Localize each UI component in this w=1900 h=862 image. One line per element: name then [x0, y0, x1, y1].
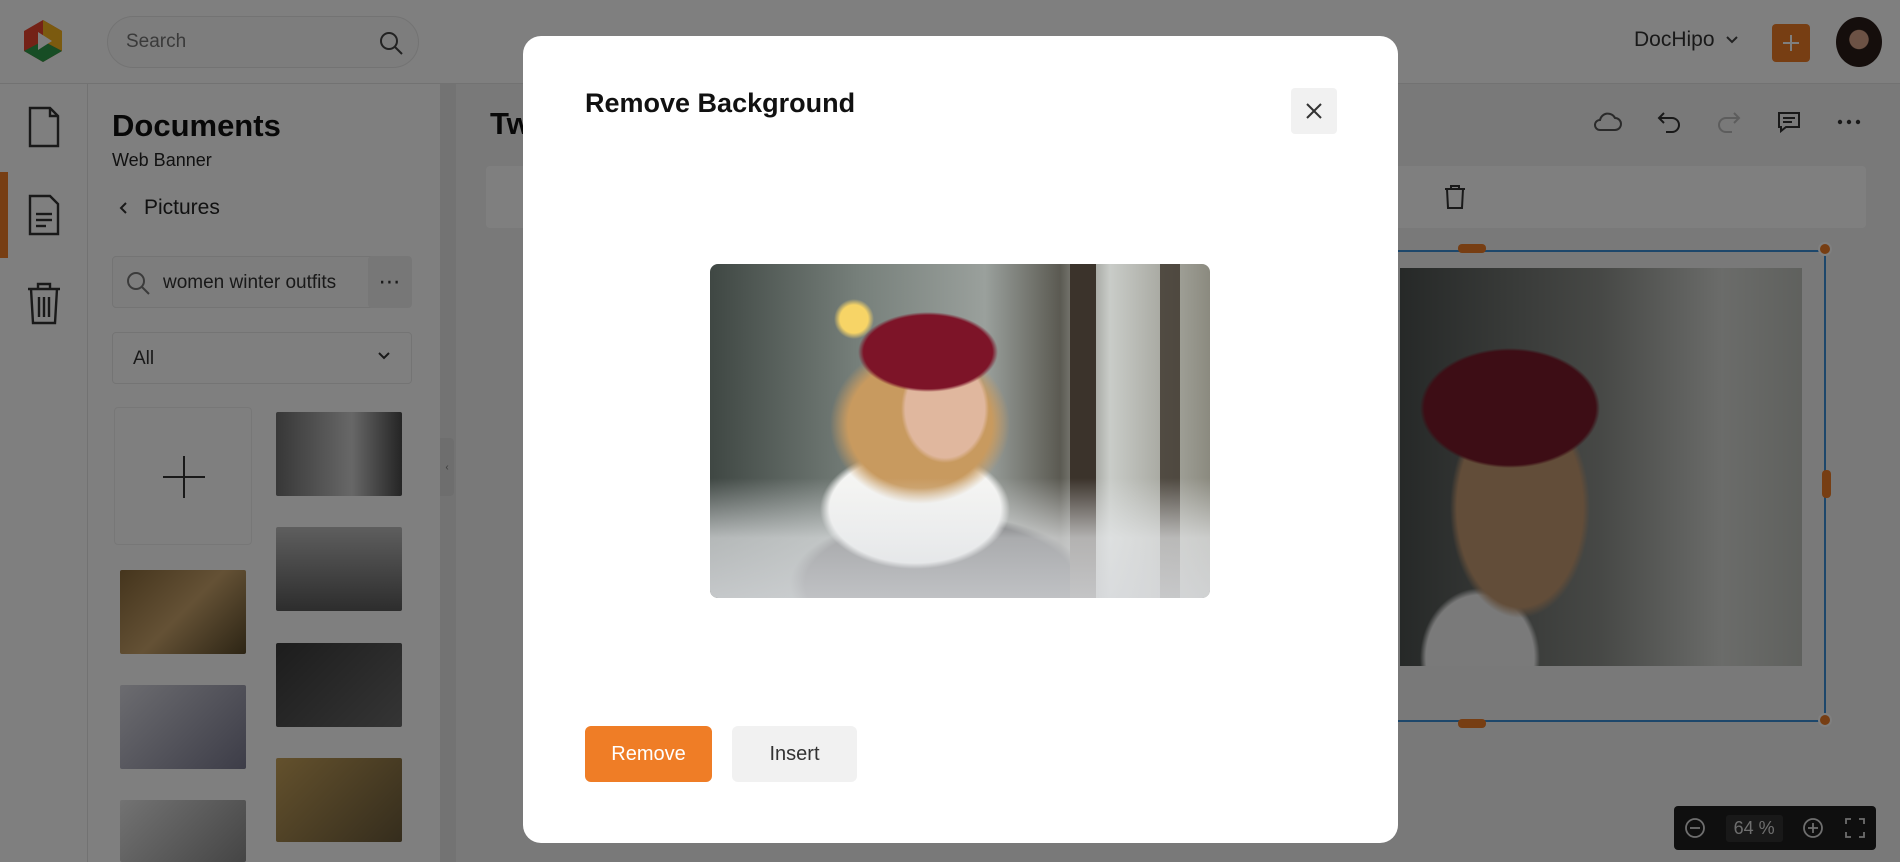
close-button[interactable]	[1291, 88, 1337, 134]
remove-background-dialog: Remove Background Remove Insert	[523, 36, 1398, 843]
image-preview	[710, 264, 1210, 598]
remove-button[interactable]: Remove	[585, 726, 712, 782]
dialog-title: Remove Background	[585, 88, 856, 118]
insert-button[interactable]: Insert	[732, 726, 857, 782]
close-icon	[1306, 103, 1322, 119]
